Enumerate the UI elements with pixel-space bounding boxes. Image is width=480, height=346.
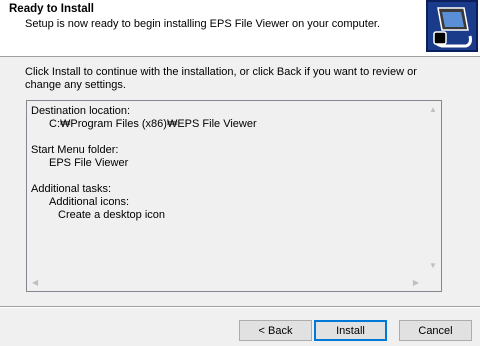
footer-divider	[0, 306, 480, 308]
page-subtitle: Setup is now ready to begin installing E…	[25, 18, 381, 30]
memo-content: Destination location: C:₩Program Files (…	[31, 105, 421, 222]
start-menu-value: EPS File Viewer	[49, 157, 129, 169]
additional-icons-label: Additional icons:	[49, 196, 130, 208]
install-button[interactable]: Install	[314, 320, 387, 341]
instruction-text: Click Install to continue with the insta…	[25, 66, 417, 91]
desktop-icon-task: Create a desktop icon	[58, 209, 166, 221]
start-menu-label: Start Menu folder:	[31, 144, 119, 156]
back-button[interactable]: < Back	[239, 320, 312, 341]
scroll-right-icon[interactable]: ▶	[413, 279, 419, 287]
memo-gap	[31, 170, 421, 183]
page-title: Ready to Install	[9, 3, 94, 15]
install-summary-memo[interactable]: Destination location: C:₩Program Files (…	[26, 100, 442, 292]
vertical-scrollbar[interactable]: ▲ ▼	[424, 101, 441, 275]
destination-label: Destination location:	[31, 105, 131, 117]
horizontal-scrollbar[interactable]: ◀ ▶	[27, 274, 424, 291]
memo-gap	[31, 131, 421, 144]
additional-tasks-label: Additional tasks:	[31, 183, 112, 195]
scrollbar-corner	[424, 274, 441, 291]
scroll-up-icon[interactable]: ▲	[429, 106, 437, 114]
wizard-header: Ready to Install Setup is now ready to b…	[0, 0, 480, 57]
scroll-left-icon[interactable]: ◀	[32, 279, 38, 287]
computer-install-icon	[426, 0, 478, 52]
scroll-down-icon[interactable]: ▼	[429, 262, 437, 270]
cancel-button[interactable]: Cancel	[399, 320, 472, 341]
destination-value: C:₩Program Files (x86)₩EPS File Viewer	[49, 118, 257, 130]
